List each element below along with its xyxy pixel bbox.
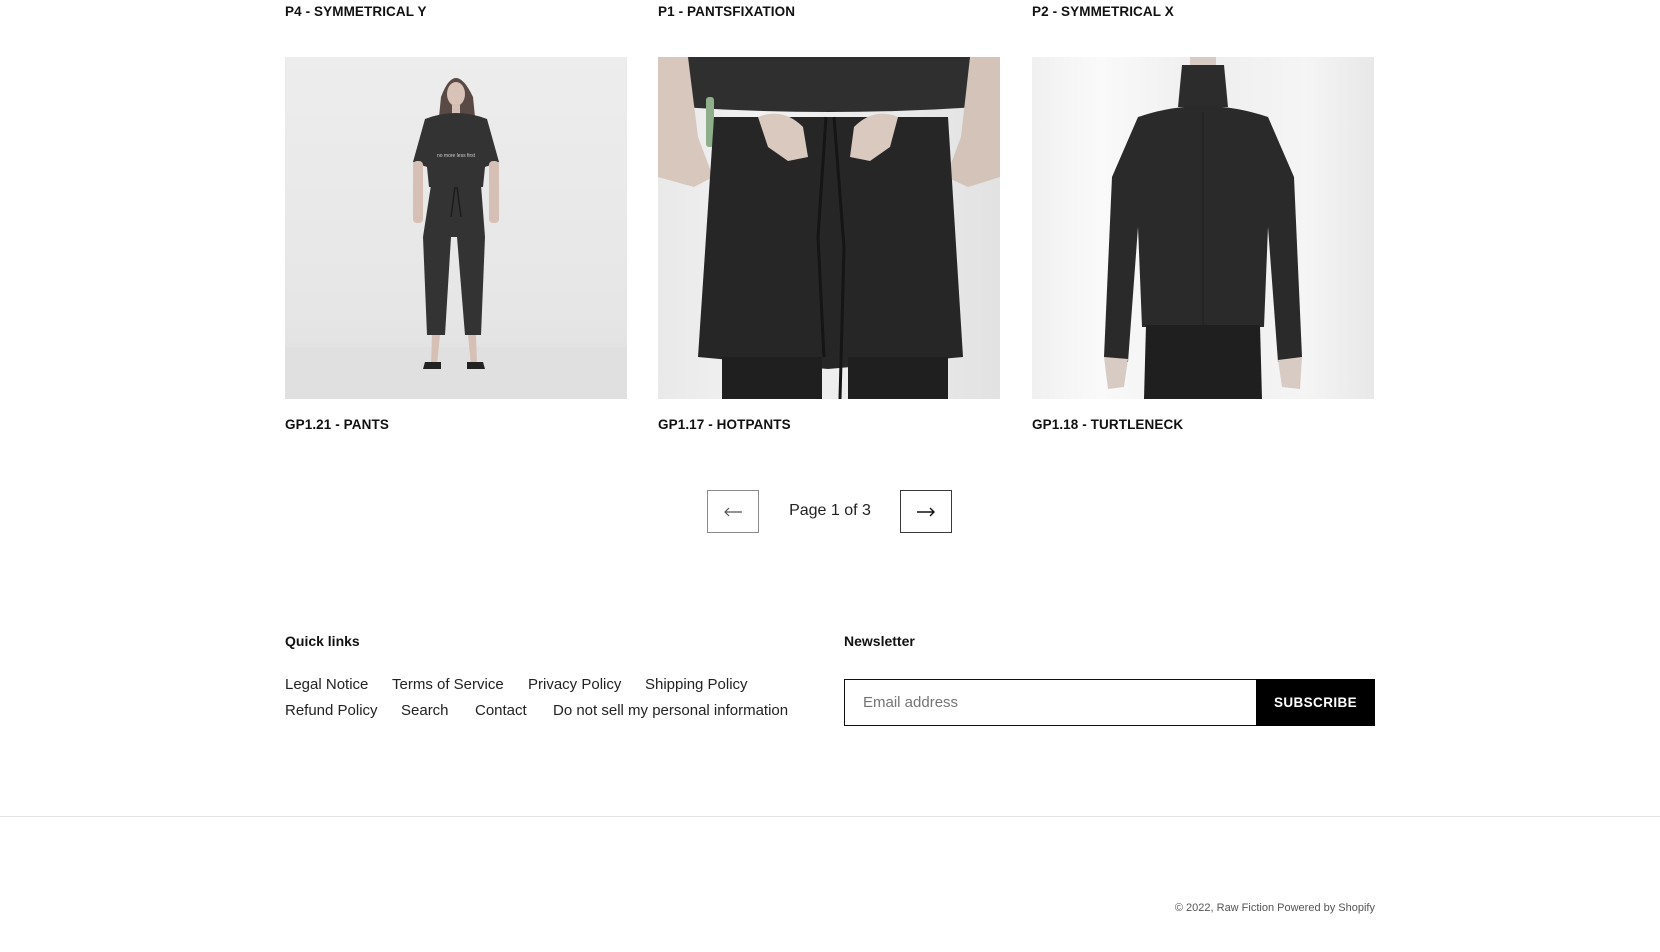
product-title-link[interactable]: P4 - SYMMETRICAL Y: [285, 4, 427, 19]
footer-link-terms-of-service[interactable]: Terms of Service: [392, 676, 504, 693]
model-pants-image: no more less first: [285, 78, 627, 399]
newsletter-form: SUBSCRIBE: [844, 679, 1375, 726]
footer-link-privacy-policy[interactable]: Privacy Policy: [528, 676, 621, 693]
subscribe-button[interactable]: SUBSCRIBE: [1256, 679, 1375, 726]
product-image[interactable]: [1032, 57, 1374, 399]
footer-link-search[interactable]: Search: [401, 702, 449, 719]
powered-by-shopify-link[interactable]: Powered by Shopify: [1277, 902, 1375, 914]
email-input[interactable]: [844, 679, 1257, 726]
copyright: © 2022, Raw Fiction Powered by Shopify: [1175, 902, 1375, 914]
product-title-link[interactable]: GP1.17 - HOTPANTS: [658, 417, 791, 432]
next-page-button[interactable]: [900, 490, 952, 533]
product-title-link[interactable]: P2 - SYMMETRICAL X: [1032, 4, 1174, 19]
quick-links-list: Legal Notice Terms of Service Privacy Po…: [285, 676, 805, 736]
copyright-prefix: © 2022,: [1174, 902, 1217, 914]
product-title-link[interactable]: P1 - PANTSFIXATION: [658, 4, 795, 19]
footer-divider: [0, 816, 1660, 817]
svg-text:no more less first: no more less first: [437, 153, 476, 159]
quick-links-heading: Quick links: [285, 633, 360, 649]
product-image[interactable]: [658, 57, 1000, 399]
pagination: Page 1 of 3: [0, 490, 1660, 534]
product-image[interactable]: no more less first: [285, 57, 627, 399]
product-title-link[interactable]: GP1.21 - PANTS: [285, 417, 389, 432]
top-product-row: P4 - SYMMETRICAL Y P1 - PANTSFIXATION P2…: [285, 0, 1375, 24]
page-indicator: Page 1 of 3: [789, 502, 871, 519]
footer-link-shipping-policy[interactable]: Shipping Policy: [645, 676, 748, 693]
previous-page-button[interactable]: [707, 490, 759, 533]
product-grid: no more less first GP1.21 - PANTS GP1.17…: [285, 57, 1375, 437]
footer-link-do-not-sell[interactable]: Do not sell my personal information: [553, 702, 788, 719]
footer-link-refund-policy[interactable]: Refund Policy: [285, 702, 378, 719]
store-name-link[interactable]: Raw Fiction: [1217, 902, 1274, 914]
product-title-link[interactable]: GP1.18 - TURTLENECK: [1032, 417, 1183, 432]
footer-link-contact[interactable]: Contact: [475, 702, 527, 719]
arrow-right-icon: [917, 507, 935, 516]
product-card[interactable]: GP1.17 - HOTPANTS: [658, 57, 1000, 437]
product-card[interactable]: no more less first GP1.21 - PANTS: [285, 57, 627, 437]
newsletter-heading: Newsletter: [844, 633, 915, 649]
arrow-left-icon: [724, 507, 742, 516]
product-card[interactable]: GP1.18 - TURTLENECK: [1032, 57, 1374, 437]
footer-link-legal-notice[interactable]: Legal Notice: [285, 676, 368, 693]
hotpants-image: [658, 57, 1000, 399]
turtleneck-image: [1104, 57, 1302, 399]
